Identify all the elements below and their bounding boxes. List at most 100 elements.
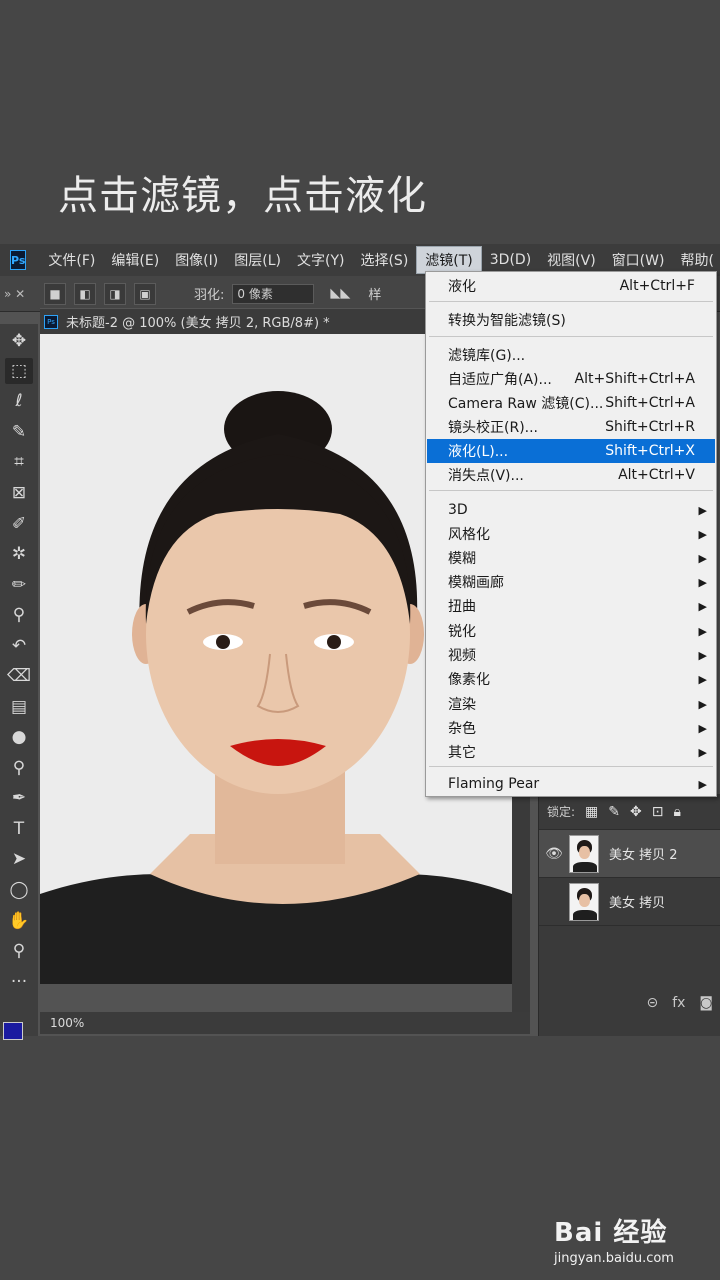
menu-item-shortcut: Shift+Ctrl+A [605,395,695,411]
link-layers-icon[interactable]: ⊝ [646,995,658,1011]
submenu-arrow-icon: ▶ [698,527,707,541]
menu-item-shortcut: Shift+Ctrl+R [605,419,695,435]
lock-paint-icon[interactable]: ✎ [608,804,620,820]
dodge-tool-icon[interactable]: ⚲ [5,755,33,781]
instruction-caption: 点击滤镜，点击液化 [58,173,427,219]
eyedropper-tool-icon[interactable]: ✐ [5,511,33,537]
blur-tool-icon[interactable]: ● [5,724,33,750]
add-selection-icon[interactable]: ◧ [74,282,96,305]
screenshot-frame: 点击滤镜，点击液化 Ps 文件(F) 编辑(E) 图像(I) 图层(L) 文字(… [0,0,720,1280]
submenu-arrow-icon: ▶ [698,745,707,759]
menu-item-filter-gallery[interactable]: 滤镜库(G)... [427,343,715,367]
subtract-selection-icon[interactable]: ◨ [104,282,126,305]
tools-panel: ✥ ⬚ ℓ ✎ ⌗ ⊠ ✐ ✲ ✏ ⚲ ↶ ⌫ ▤ ● ⚲ ✒ T ➤ ◯ ✋ … [0,324,38,1040]
menu-item-label: 消失点(V)... [448,468,524,484]
layer-thumbnail [569,834,599,873]
path-select-tool-icon[interactable]: ➤ [5,846,33,872]
menu-type[interactable]: 文字(Y) [289,246,352,274]
layer-row[interactable]: 👁︎ 美女 拷贝 2 [539,830,720,878]
ellipse-tool-icon[interactable]: ◯ [5,877,33,903]
menu-window[interactable]: 窗口(W) [604,246,673,274]
menu-item-liquify-last[interactable]: 液化 Alt+Ctrl+F [427,274,715,298]
lock-transparent-icon[interactable]: ▦ [585,804,598,820]
submenu-arrow-icon: ▶ [698,575,707,589]
marquee-tool-icon[interactable]: ⬚ [5,358,33,384]
lock-all-icon[interactable]: 🔒︎ [673,804,680,820]
intersect-selection-icon[interactable]: ▣ [134,282,156,305]
menu-item-distort[interactable]: 扭曲 ▶ [427,594,715,618]
new-selection-icon[interactable]: ■ [44,282,66,305]
menu-item-other[interactable]: 其它 ▶ [427,740,715,764]
healing-tool-icon[interactable]: ✲ [5,541,33,567]
menu-help[interactable]: 帮助( [672,246,720,274]
stamp-tool-icon[interactable]: ⚲ [5,602,33,628]
menu-item-sharpen[interactable]: 锐化 ▶ [427,619,715,643]
style-label: 样 [368,288,382,303]
visibility-eye-icon[interactable]: 👁︎ [539,846,569,862]
menu-item-render[interactable]: 渲染 ▶ [427,692,715,716]
menu-layer[interactable]: 图层(L) [226,246,289,274]
eraser-tool-icon[interactable]: ⌫ [5,663,33,689]
quick-select-tool-icon[interactable]: ✎ [5,419,33,445]
filter-menu: 液化 Alt+Ctrl+F 转换为智能滤镜(S) 滤镜库(G)... 自适应广角… [425,271,717,797]
more-tools-icon[interactable]: ··· [5,969,33,995]
menu-item-vanishing-point[interactable]: 消失点(V)... Alt+Ctrl+V [427,463,715,487]
lock-artboard-icon[interactable]: ⊡ [652,804,664,820]
menu-item-label: 锐化 [448,624,476,640]
menu-item-label: 转换为智能滤镜(S) [448,313,566,329]
menu-view[interactable]: 视图(V) [539,246,604,274]
menu-item-shortcut: Alt+Shift+Ctrl+A [574,371,695,387]
pen-tool-icon[interactable]: ✒ [5,785,33,811]
menu-item-flaming-pear[interactable]: Flaming Pear ▶ [427,772,715,796]
menu-item-stylize[interactable]: 风格化 ▶ [427,522,715,546]
type-tool-icon[interactable]: T [5,816,33,842]
menu-3d[interactable]: 3D(D) [482,246,539,274]
watermark-url: jingyan.baidu.com [554,1251,674,1266]
zoom-tool-icon[interactable]: ⚲ [5,938,33,964]
menu-item-blur-gallery[interactable]: 模糊画廊 ▶ [427,570,715,594]
menu-item-noise[interactable]: 杂色 ▶ [427,716,715,740]
menu-item-blur[interactable]: 模糊 ▶ [427,546,715,570]
photoshop-window: Ps 文件(F) 编辑(E) 图像(I) 图层(L) 文字(Y) 选择(S) 滤… [0,244,720,1040]
menu-item-label: 模糊画廊 [448,575,504,591]
crop-tool-icon[interactable]: ⌗ [5,449,33,475]
foreground-color-swatch[interactable] [3,1022,23,1040]
lock-position-icon[interactable]: ✥ [630,804,642,820]
add-mask-icon[interactable]: ◙ [699,995,713,1011]
menu-item-adaptive-wide-angle[interactable]: 自适应广角(A)... Alt+Shift+Ctrl+A [427,367,715,391]
panel-collapse-icon[interactable]: » ✕ [0,287,44,301]
menu-item-shortcut: Alt+Ctrl+F [619,278,695,294]
menu-item-pixelate[interactable]: 像素化 ▶ [427,667,715,691]
menu-separator [429,301,713,302]
anti-alias-icon[interactable]: ◣◣ [330,286,350,301]
move-tool-icon[interactable]: ✥ [5,328,33,354]
menu-item-convert-smart-filter[interactable]: 转换为智能滤镜(S) [427,308,715,332]
document-tab[interactable]: Ps 未标题-2 @ 100% (美女 拷贝 2, RGB/8#) * [40,308,428,334]
menu-item-3d[interactable]: 3D ▶ [427,498,715,522]
menu-item-label: Flaming Pear [448,776,540,792]
visibility-off-icon[interactable] [539,894,569,910]
fx-button[interactable]: fx [672,995,685,1011]
menu-filter[interactable]: 滤镜(T) [416,246,482,274]
history-brush-tool-icon[interactable]: ↶ [5,633,33,659]
menu-item-label: 3D [448,502,468,518]
menu-select[interactable]: 选择(S) [352,246,416,274]
gradient-tool-icon[interactable]: ▤ [5,694,33,720]
feather-input[interactable]: 0 像素 [232,283,315,304]
brush-tool-icon[interactable]: ✏ [5,572,33,598]
menu-separator [429,766,713,767]
menu-item-liquify[interactable]: 液化(L)... Shift+Ctrl+X [427,439,715,463]
frame-tool-icon[interactable]: ⊠ [5,480,33,506]
submenu-arrow-icon: ▶ [698,777,707,791]
menu-item-lens-correction[interactable]: 镜头校正(R)... Shift+Ctrl+R [427,415,715,439]
menu-item-video[interactable]: 视频 ▶ [427,643,715,667]
layer-row[interactable]: 美女 拷贝 [539,878,720,926]
menu-file[interactable]: 文件(F) [40,246,103,274]
menu-edit[interactable]: 编辑(E) [103,246,167,274]
menu-item-label: 液化(L)... [448,444,509,460]
lasso-tool-icon[interactable]: ℓ [5,388,33,414]
menu-separator [429,490,713,491]
menu-image[interactable]: 图像(I) [167,246,226,274]
menu-item-camera-raw[interactable]: Camera Raw 滤镜(C)... Shift+Ctrl+A [427,391,715,415]
hand-tool-icon[interactable]: ✋ [5,908,33,934]
